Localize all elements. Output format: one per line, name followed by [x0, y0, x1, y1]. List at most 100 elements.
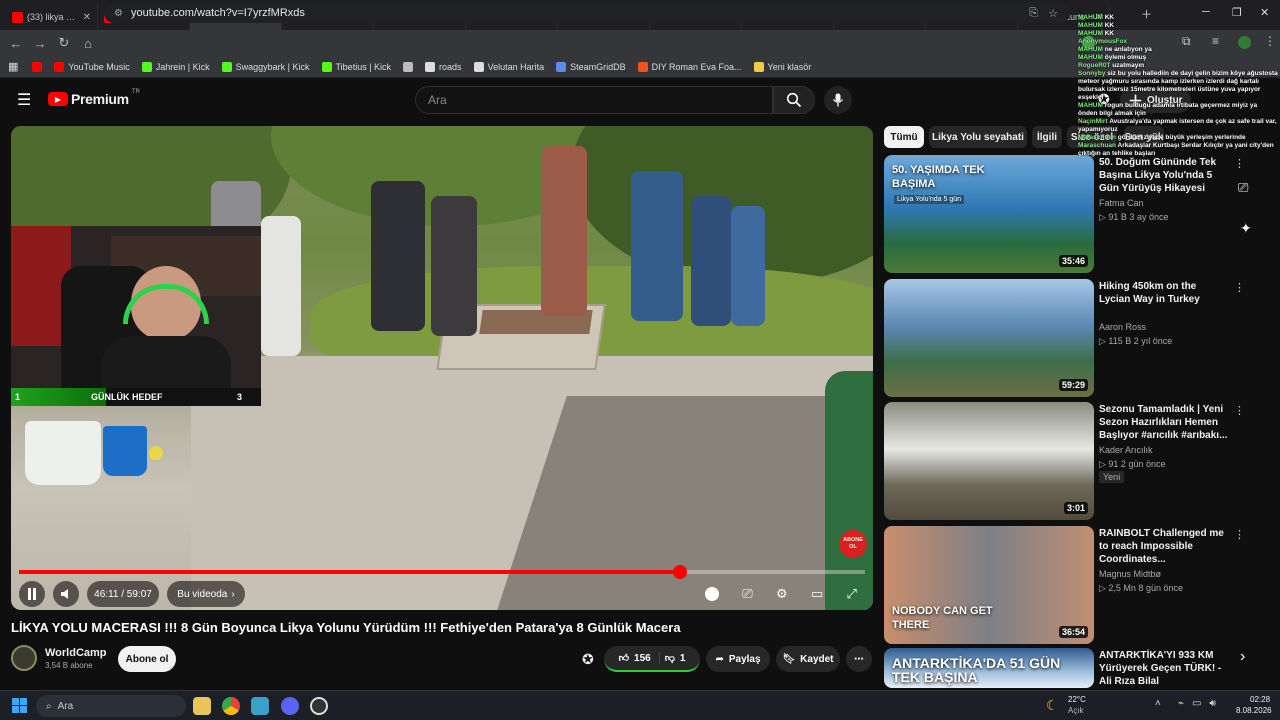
chevron-right-icon[interactable]: ›	[1240, 648, 1245, 666]
related-video-title[interactable]: 50. Doğum Gününde Tek Başına Likya Yolu'…	[1099, 156, 1229, 195]
logo-region-badge: TR	[131, 89, 140, 95]
site-info-icon[interactable]: ⚙	[114, 8, 123, 19]
related-video-channel[interactable]: Aaron Ross	[1099, 321, 1146, 333]
browser-tab[interactable]: (33) likya yolu ✕	[6, 4, 98, 30]
chapter-button[interactable]: Bu videoda ›	[167, 581, 245, 607]
autoplay-toggle-icon[interactable]	[705, 587, 719, 601]
subscribe-button[interactable]: Abone ol	[118, 646, 176, 672]
scenery-person-foreground	[825, 371, 873, 610]
back-icon[interactable]: ←	[4, 36, 28, 51]
more-vertical-icon[interactable]: ⋮	[1234, 281, 1245, 294]
more-vertical-icon[interactable]: ⋮	[1234, 404, 1245, 417]
taskbar-search-input[interactable]: ⌕ Ara	[36, 695, 186, 717]
daily-goal-label: GÜNLÜK HEDEF	[91, 392, 163, 402]
chat-username: MAHUM	[1078, 14, 1103, 21]
daily-goal-target: 3	[237, 392, 243, 402]
clock-time[interactable]: 02:28	[1250, 695, 1270, 704]
bookmark-label: Jahrein | Kick	[155, 61, 210, 72]
more-actions-button[interactable]: ⋯	[846, 646, 872, 672]
bookmark-star-icon[interactable]: ☆	[1048, 7, 1058, 20]
channel-name[interactable]: WorldCamp	[45, 647, 107, 659]
tray-icons[interactable]: ⌁▭🔊︎	[1178, 698, 1224, 709]
forward-icon[interactable]: →	[28, 36, 52, 51]
related-video-title[interactable]: RAINBOLT Challenged me to reach Impossib…	[1099, 527, 1229, 566]
theater-mode-icon[interactable]: ▭	[811, 586, 823, 602]
filter-chip[interactable]: Likya Yolu seyahati	[929, 126, 1027, 148]
progress-scrubber[interactable]	[672, 565, 687, 579]
related-video-channel[interactable]: Fatma Can	[1099, 197, 1144, 209]
thumbnail-text: NOBODY CAN GET THERE	[892, 605, 993, 631]
related-video-title[interactable]: ANTARKTİKA'YI 933 KM Yürüyerek Geçen TÜR…	[1099, 649, 1229, 688]
bookmark-item[interactable]: Tibetius | Kick	[321, 61, 391, 72]
install-app-icon[interactable]: ⎘	[1029, 7, 1038, 20]
chrome-icon[interactable]	[222, 697, 240, 715]
share-button[interactable]: ➦ Paylaş	[706, 646, 770, 672]
like-button[interactable]: 👍︎ 156	[619, 652, 660, 664]
search-input[interactable]: Ara	[415, 86, 773, 114]
dislike-button[interactable]: 👎︎ 1	[665, 652, 686, 665]
bookmark-item[interactable]: Swaggybark | Kick	[221, 61, 310, 72]
video-thumbnail[interactable]: 59:29	[884, 279, 1094, 397]
more-vertical-icon[interactable]: ⋮	[1234, 157, 1245, 170]
related-video-title[interactable]: Sezonu Tamamladık | Yeni Sezon Hazırlıkl…	[1099, 403, 1229, 442]
bookmark-item[interactable]: Yeni klasör	[753, 61, 812, 72]
bookmark-item[interactable]: YouTube Music	[54, 61, 130, 72]
filter-chip[interactable]: İlgili	[1032, 126, 1062, 148]
pause-button[interactable]	[19, 581, 45, 607]
progress-bar[interactable]	[19, 565, 865, 579]
related-video-channel[interactable]: Magnus Midtbø	[1099, 568, 1161, 580]
video-player[interactable]: 1 GÜNLÜK HEDEF 3 ABONE OL 46:11 / 59:07 …	[11, 126, 873, 610]
file-explorer-icon[interactable]	[193, 697, 211, 715]
bookmark-item[interactable]	[403, 61, 414, 72]
windows-start-icon[interactable]	[12, 698, 27, 713]
cast-icon[interactable]: ⎚	[1238, 180, 1248, 196]
related-video-meta: ▷ 115 B 2 yıl önce	[1099, 336, 1173, 346]
video-thumbnail[interactable]: 50. YAŞIMDA TEK BAŞIMA Likya Yolu'nda 5 g…	[884, 155, 1094, 273]
voice-search-button[interactable]	[824, 86, 852, 114]
volume-button[interactable]	[53, 581, 79, 607]
bookmark-item[interactable]: DIY Roman Eva Foa...	[637, 61, 742, 72]
related-video-title[interactable]: Hiking 450km on the Lycian Way in Turkey	[1099, 280, 1229, 306]
home-icon[interactable]: ⌂	[76, 36, 100, 51]
hiker-figure	[631, 171, 683, 321]
video-thumbnail[interactable]: ANTARKTİKA'DA 51 GÜN TEK BAŞINA	[884, 648, 1094, 688]
fullscreen-icon[interactable]: ⤢	[847, 586, 857, 602]
sparkle-icon[interactable]: ✦	[1240, 220, 1252, 237]
search-button[interactable]	[773, 86, 815, 114]
reload-icon[interactable]: ↻	[52, 35, 76, 51]
bookmark-item[interactable]: roads	[425, 61, 462, 72]
tab-close-icon[interactable]: ✕	[83, 12, 91, 23]
apps-grid-icon[interactable]: ▦	[8, 60, 18, 73]
bookmark-label: Yeni klasör	[767, 61, 812, 72]
filter-chip[interactable]: Tümü	[884, 126, 924, 148]
chat-username: Sonnyby	[1078, 70, 1106, 77]
subtitles-icon[interactable]: ⎚	[742, 586, 752, 602]
video-thumbnail[interactable]: 3:01	[884, 402, 1094, 520]
bookmark-favicon-icon	[221, 61, 232, 72]
clock-date[interactable]: 8.08.2026	[1236, 706, 1272, 715]
bookmark-item[interactable]	[32, 61, 43, 72]
bookmark-item[interactable]: Velutan Harita	[473, 61, 544, 72]
app-icon[interactable]	[251, 697, 269, 715]
video-thumbnail[interactable]: NOBODY CAN GET THERE 36:54	[884, 526, 1094, 644]
extension-overlay-icon[interactable]: ✪	[582, 651, 594, 668]
bookmark-favicon-icon	[753, 61, 764, 72]
channel-avatar[interactable]	[11, 645, 37, 671]
youtube-logo[interactable]: ▶ Premium TR	[48, 89, 140, 107]
progress-fill	[19, 570, 680, 574]
video-title: LİKYA YOLU MACERASI !!! 8 Gün Boyunca Li…	[11, 620, 681, 635]
bookmark-item[interactable]: SteamGridDB	[556, 61, 626, 72]
bookmark-favicon-icon	[54, 61, 65, 72]
bookmark-item[interactable]: Jahrein | Kick	[141, 61, 210, 72]
tray-chevron-up-icon[interactable]: ˄	[1155, 698, 1161, 709]
hamburger-menu-icon[interactable]: ☰	[17, 90, 31, 110]
more-vertical-icon[interactable]: ⋮	[1234, 528, 1245, 541]
discord-icon[interactable]	[281, 697, 299, 715]
weather-moon-icon: ☾	[1046, 697, 1059, 713]
settings-gear-icon[interactable]: ⚙	[776, 586, 788, 602]
url-field[interactable]: ⚙ youtube.com/watch?v=I7yrzfMRxds ⎘ ☆	[104, 3, 1070, 23]
hiker-figure	[731, 206, 765, 326]
save-button[interactable]: 🔖︎ Kaydet	[776, 646, 840, 672]
related-video-channel[interactable]: Kader Arıcılık	[1099, 444, 1153, 456]
obs-icon[interactable]	[310, 697, 328, 715]
